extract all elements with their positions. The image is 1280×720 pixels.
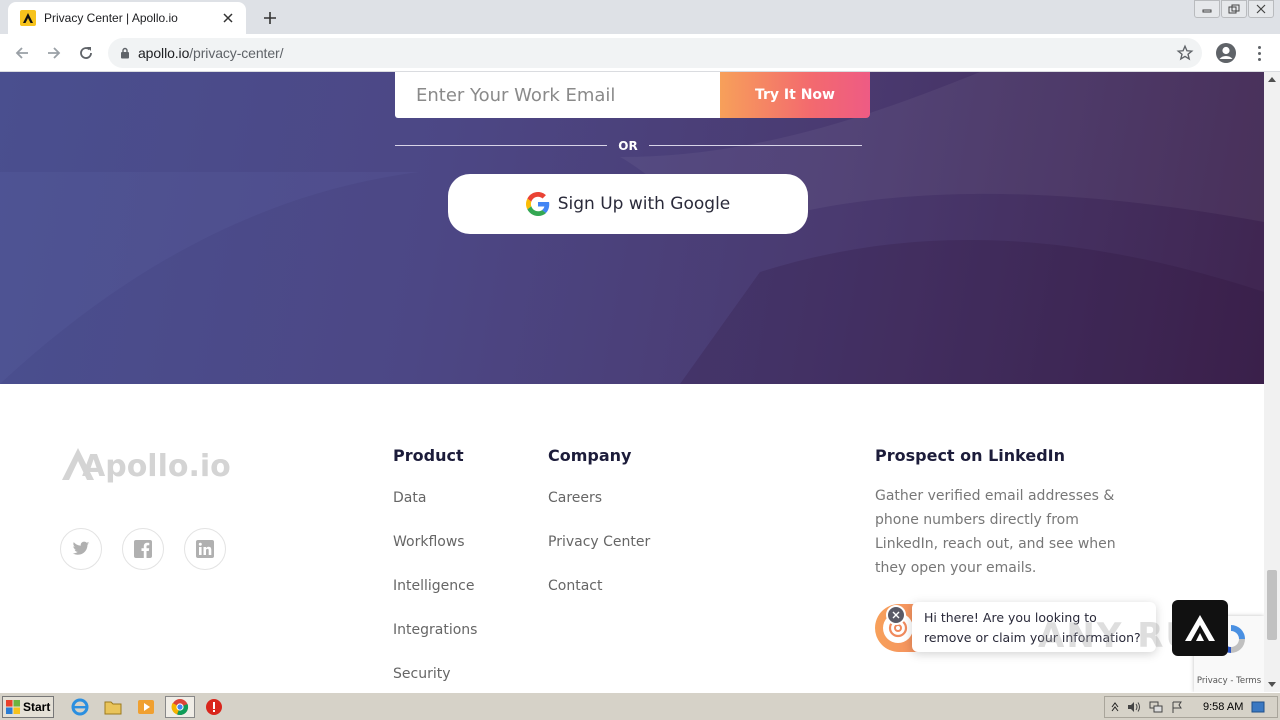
chat-close-icon[interactable]	[886, 605, 906, 625]
signup-hero: Try It Now OR Sign Up with Google	[0, 72, 1264, 384]
action-center-flag-icon[interactable]	[1171, 701, 1183, 713]
facebook-icon[interactable]	[122, 528, 164, 570]
media-player-icon[interactable]	[136, 697, 156, 717]
work-email-input[interactable]	[416, 84, 706, 106]
apollo-chat-logo-icon	[1185, 615, 1215, 641]
apollo-favicon-icon	[20, 10, 36, 26]
back-arrow-icon[interactable]	[10, 41, 34, 65]
url-text: apollo.io/privacy-center/	[138, 45, 284, 61]
minimize-icon[interactable]	[1194, 0, 1220, 18]
recaptcha-terms[interactable]: Privacy - Terms	[1194, 676, 1264, 686]
work-email-field[interactable]	[395, 72, 720, 118]
chat-launcher-button[interactable]	[1172, 600, 1228, 656]
footer-link-privacy-center[interactable]: Privacy Center	[548, 534, 650, 550]
window-controls	[1193, 0, 1274, 18]
or-divider-left	[395, 145, 607, 146]
footer-link-integrations[interactable]: Integrations	[393, 622, 477, 638]
scroll-down-arrow-icon[interactable]	[1264, 678, 1280, 692]
svg-text:Apollo.io: Apollo.io	[82, 449, 230, 484]
linkedin-icon[interactable]	[184, 528, 226, 570]
show-desktop-icon[interactable]	[1251, 701, 1265, 713]
chrome-taskbar-icon[interactable]	[165, 696, 195, 718]
footer-link-contact[interactable]: Contact	[548, 578, 602, 594]
browser-tab[interactable]: Privacy Center | Apollo.io	[8, 2, 246, 34]
network-icon[interactable]	[1149, 701, 1163, 713]
footer-link-intelligence[interactable]: Intelligence	[393, 578, 474, 594]
footer-link-workflows[interactable]: Workflows	[393, 534, 465, 550]
profile-avatar-icon[interactable]	[1214, 41, 1238, 65]
file-explorer-icon[interactable]	[103, 697, 123, 717]
browser-menu-icon[interactable]	[1250, 41, 1268, 65]
site-footer: Apollo.io Product Data Workflows Intelli…	[0, 384, 1264, 692]
browser-toolbar: apollo.io/privacy-center/	[0, 34, 1280, 72]
google-button-label: Sign Up with Google	[557, 194, 731, 214]
forward-arrow-icon[interactable]	[42, 41, 66, 65]
address-bar[interactable]: apollo.io/privacy-center/	[108, 38, 1202, 68]
restore-icon[interactable]	[1221, 0, 1247, 18]
tab-title: Privacy Center | Apollo.io	[44, 11, 178, 25]
windows-taskbar: Start 9:58 AM	[0, 692, 1280, 720]
sign-up-with-google-button[interactable]: Sign Up with Google	[448, 174, 808, 234]
linkedin-description: Gather verified email addresses & phone …	[875, 488, 1116, 576]
twitter-icon[interactable]	[60, 528, 102, 570]
system-tray: 9:58 AM	[1104, 696, 1278, 718]
page-scrollbar[interactable]	[1264, 72, 1280, 692]
try-it-now-button[interactable]: Try It Now	[720, 72, 870, 118]
bookmark-star-icon[interactable]	[1176, 44, 1194, 62]
tray-expand-icon[interactable]	[1111, 702, 1119, 712]
clock[interactable]: 9:58 AM	[1203, 701, 1243, 713]
scroll-thumb[interactable]	[1267, 570, 1277, 640]
linkedin-column-title: Prospect on LinkedIn	[875, 446, 1066, 465]
footer-link-data[interactable]: Data	[393, 490, 426, 506]
or-divider-right	[649, 145, 862, 146]
volume-icon[interactable]	[1127, 701, 1141, 713]
page-viewport: Try It Now OR Sign Up with Google Apollo…	[0, 72, 1264, 692]
start-button[interactable]: Start	[2, 696, 54, 718]
windows-logo-icon	[6, 700, 20, 714]
company-column-title: Company	[548, 446, 632, 465]
stop-sign-icon[interactable]	[204, 697, 224, 717]
product-column-title: Product	[393, 446, 464, 465]
lock-icon	[121, 47, 129, 59]
apollo-logo[interactable]: Apollo.io	[60, 442, 230, 486]
internet-explorer-icon[interactable]	[70, 697, 90, 717]
footer-link-careers[interactable]: Careers	[548, 490, 602, 506]
or-label: OR	[618, 139, 638, 153]
reload-icon[interactable]	[74, 41, 98, 65]
close-window-icon[interactable]	[1248, 0, 1274, 18]
new-tab-plus-icon[interactable]	[258, 6, 282, 30]
footer-link-security[interactable]: Security	[393, 666, 451, 682]
close-tab-icon[interactable]	[220, 10, 236, 26]
scroll-up-arrow-icon[interactable]	[1264, 72, 1280, 86]
browser-tab-bar: Privacy Center | Apollo.io	[0, 0, 1280, 34]
google-g-icon	[525, 192, 549, 216]
